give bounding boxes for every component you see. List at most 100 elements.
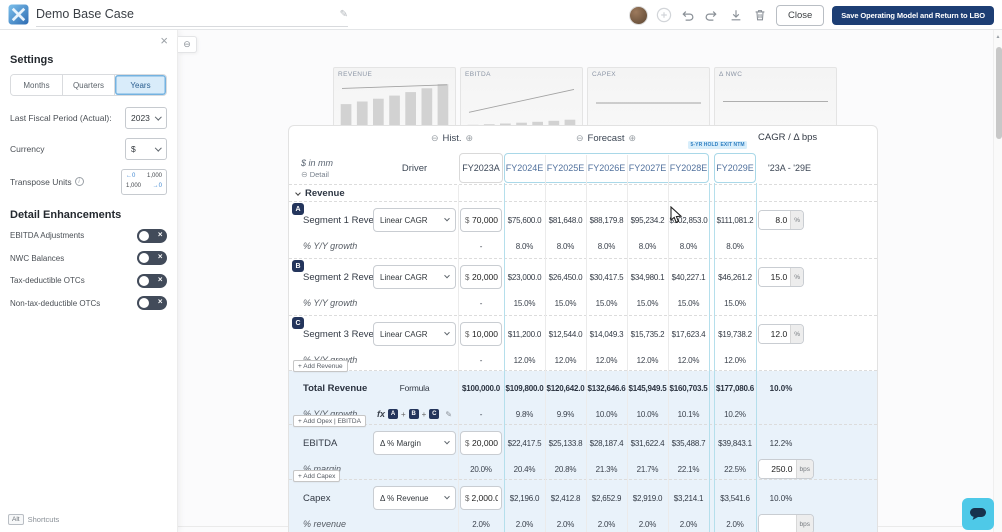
toggle-ebitda-adjustments[interactable]: × <box>137 229 167 243</box>
cell-value: - <box>458 299 504 308</box>
chevron-down-icon <box>444 216 450 222</box>
shortcuts-label: Shortcuts <box>28 515 60 524</box>
edit-formula-icon[interactable]: ✎ <box>445 410 452 419</box>
column-header-fy2029e[interactable]: FY2029E <box>714 163 756 173</box>
close-panel-icon[interactable]: × <box>160 34 168 47</box>
ebitda-driver-select[interactable]: Δ % Margin <box>373 431 456 455</box>
segment3-amount-input[interactable] <box>471 329 501 339</box>
undo-icon[interactable] <box>680 7 696 23</box>
scroll-up-arrow[interactable]: ▲ <box>996 34 1001 40</box>
segment1-driver-select[interactable]: Linear CAGR <box>373 208 456 232</box>
close-button[interactable]: Close <box>776 5 824 26</box>
edit-title-icon[interactable]: ✎ <box>340 9 348 20</box>
cell-value: 8.0% <box>586 242 627 251</box>
chevron-down-icon <box>444 494 450 500</box>
column-header-fy2027e[interactable]: FY2027E <box>627 163 668 173</box>
chat-bubble-icon <box>969 506 987 522</box>
capex-amount-input[interactable] <box>471 493 501 503</box>
column-header-fy2025e[interactable]: FY2025E <box>545 163 586 173</box>
bps-suffix: bps <box>796 515 813 532</box>
cell-value: 9.9% <box>545 410 586 419</box>
capex-revenue-label: % revenue <box>289 519 371 529</box>
segment1-badge: A <box>292 203 304 215</box>
currency-select[interactable]: $ <box>125 138 167 160</box>
model-title-field[interactable]: Demo Base Case ✎ <box>36 3 348 27</box>
tab-quarters[interactable]: Quarters <box>63 75 115 95</box>
capex-bps-field[interactable] <box>759 515 796 532</box>
section-revenue-label: Revenue <box>305 188 345 199</box>
segment1-cagr-field[interactable] <box>759 211 790 229</box>
capex-driver-select[interactable]: Δ % Revenue <box>373 486 456 510</box>
collapse-panel-handle[interactable]: ⊖ <box>178 36 197 53</box>
add-user-icon[interactable] <box>656 7 672 23</box>
add-revenue-button[interactable]: + Add Revenue <box>293 360 348 372</box>
toggle-label-ebitda-adjustments: EBITDA Adjustments <box>10 231 84 240</box>
fx-icon: fx <box>377 409 385 419</box>
toggle-nwc-balances[interactable]: × <box>137 251 167 265</box>
tab-months[interactable]: Months <box>11 75 63 95</box>
column-header-fy2024e[interactable]: FY2024E <box>504 163 545 173</box>
column-header-fy2028e[interactable]: FY2028E <box>668 163 709 173</box>
redo-icon[interactable] <box>704 7 720 23</box>
transpose-units-button[interactable]: ←01,000 1,000→0 <box>121 169 167 195</box>
section-revenue[interactable]: Revenue <box>289 185 877 202</box>
nwc-chart-card: Δ NWC <box>714 67 837 133</box>
period-tabs: Months Quarters Years <box>10 74 167 96</box>
ebitda-amount-input[interactable] <box>471 438 501 448</box>
save-operating-model-button[interactable]: Save Operating Model and Return to LBO <box>832 6 994 25</box>
settings-title: Settings <box>10 54 167 66</box>
cell-value: $95,234.2 <box>627 216 668 225</box>
revenue-chart-title: REVENUE <box>338 71 451 78</box>
cell-value: 12.0% <box>504 356 545 365</box>
segment3-input: $ <box>460 322 502 346</box>
cell-value: $2,412.8 <box>545 494 586 503</box>
chevron-down-icon <box>155 144 161 150</box>
cell-value: 2.0% <box>668 520 709 529</box>
segment2-cagr-field[interactable] <box>759 268 790 286</box>
detail-toggle[interactable]: ⊖Detail <box>301 170 371 179</box>
collapse-hist-icon[interactable]: ⊖ <box>431 133 439 144</box>
segment3-badge: C <box>292 317 304 329</box>
expand-forecast-icon[interactable]: ⊕ <box>628 133 636 144</box>
segment2-amount-input[interactable] <box>471 272 501 282</box>
fiscal-period-select[interactable]: 2023 <box>125 107 167 129</box>
total-revenue-driver: Formula <box>371 383 458 393</box>
add-opex-ebitda-button[interactable]: + Add Opex | EBITDA <box>293 415 366 427</box>
formula-editor[interactable]: fx A + B + C ✎ <box>371 409 458 419</box>
scrollbar-thumb[interactable] <box>996 47 1002 139</box>
download-icon[interactable] <box>728 7 744 23</box>
fiscal-period-label: Last Fiscal Period (Actual): <box>10 113 112 123</box>
segment3-driver-select[interactable]: Linear CAGR <box>373 322 456 346</box>
ebitda-cagr: 12.2% <box>758 439 804 448</box>
toggle-tax-deductible-otcs[interactable]: × <box>137 274 167 288</box>
cell-value: 12.0% <box>714 356 756 365</box>
cell-value: $2,919.0 <box>627 494 668 503</box>
segment1-amount-input[interactable] <box>471 215 501 225</box>
cell-value: $23,000.0 <box>504 273 545 282</box>
expand-hist-icon[interactable]: ⊕ <box>466 133 474 144</box>
info-icon: i <box>75 177 84 186</box>
cell-value: 21.3% <box>586 465 627 474</box>
ebitda-input: $ <box>460 431 502 455</box>
cell-value: - <box>458 410 504 419</box>
collapse-forecast-icon[interactable]: ⊖ <box>576 133 584 144</box>
cell-value: 10.0% <box>627 410 668 419</box>
units-label: $ in mm <box>301 158 371 168</box>
column-header-fy2023a[interactable]: FY2023A <box>459 153 503 183</box>
chat-button[interactable] <box>962 498 994 530</box>
cell-value: 8.0% <box>668 242 709 251</box>
add-capex-button[interactable]: + Add Capex <box>293 470 340 482</box>
cell-value: $3,214.1 <box>668 494 709 503</box>
tab-years[interactable]: Years <box>115 75 166 95</box>
cell-value: $39,843.1 <box>714 439 756 448</box>
cell-value: 15.0% <box>627 299 668 308</box>
delete-icon[interactable] <box>752 7 768 23</box>
segment2-driver-select[interactable]: Linear CAGR <box>373 265 456 289</box>
cell-value: 2.0% <box>504 520 545 529</box>
segment3-cagr-field[interactable] <box>759 325 790 343</box>
column-header-fy2026e[interactable]: FY2026E <box>586 163 627 173</box>
top-bar: Demo Base Case ✎ Close Save Operating Mo… <box>0 0 1002 30</box>
user-avatar[interactable] <box>629 6 648 25</box>
toggle-non-tax-deductible-otcs[interactable]: × <box>137 296 167 310</box>
ebitda-bps-field[interactable] <box>759 460 796 478</box>
